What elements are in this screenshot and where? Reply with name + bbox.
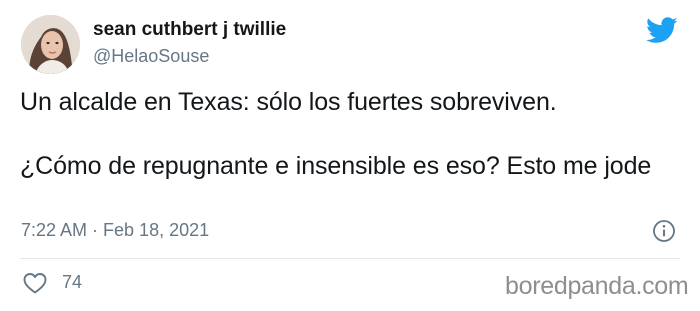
tweet-card: sean cuthbert j twillie @HelaoSouse Un a… [0,0,700,311]
tweet-text-line-1: Un alcalde en Texas: sólo los fuertes so… [20,88,557,116]
author-display-name[interactable]: sean cuthbert j twillie [93,19,286,41]
divider [20,258,680,259]
watermark: boredpanda.com [505,272,689,300]
twitter-bird-icon[interactable] [646,17,678,44]
author-handle[interactable]: @HelaoSouse [93,46,209,67]
tweet-text-line-2: ¿Cómo de repugnante e insensible es eso?… [20,152,652,180]
info-icon[interactable] [652,219,676,243]
avatar[interactable] [21,15,80,74]
heart-icon[interactable] [22,271,48,295]
like-count: 74 [62,272,83,292]
tweet-timestamp[interactable]: 7:22 AM · Feb 18, 2021 [21,220,209,241]
avatar-image [21,15,80,74]
